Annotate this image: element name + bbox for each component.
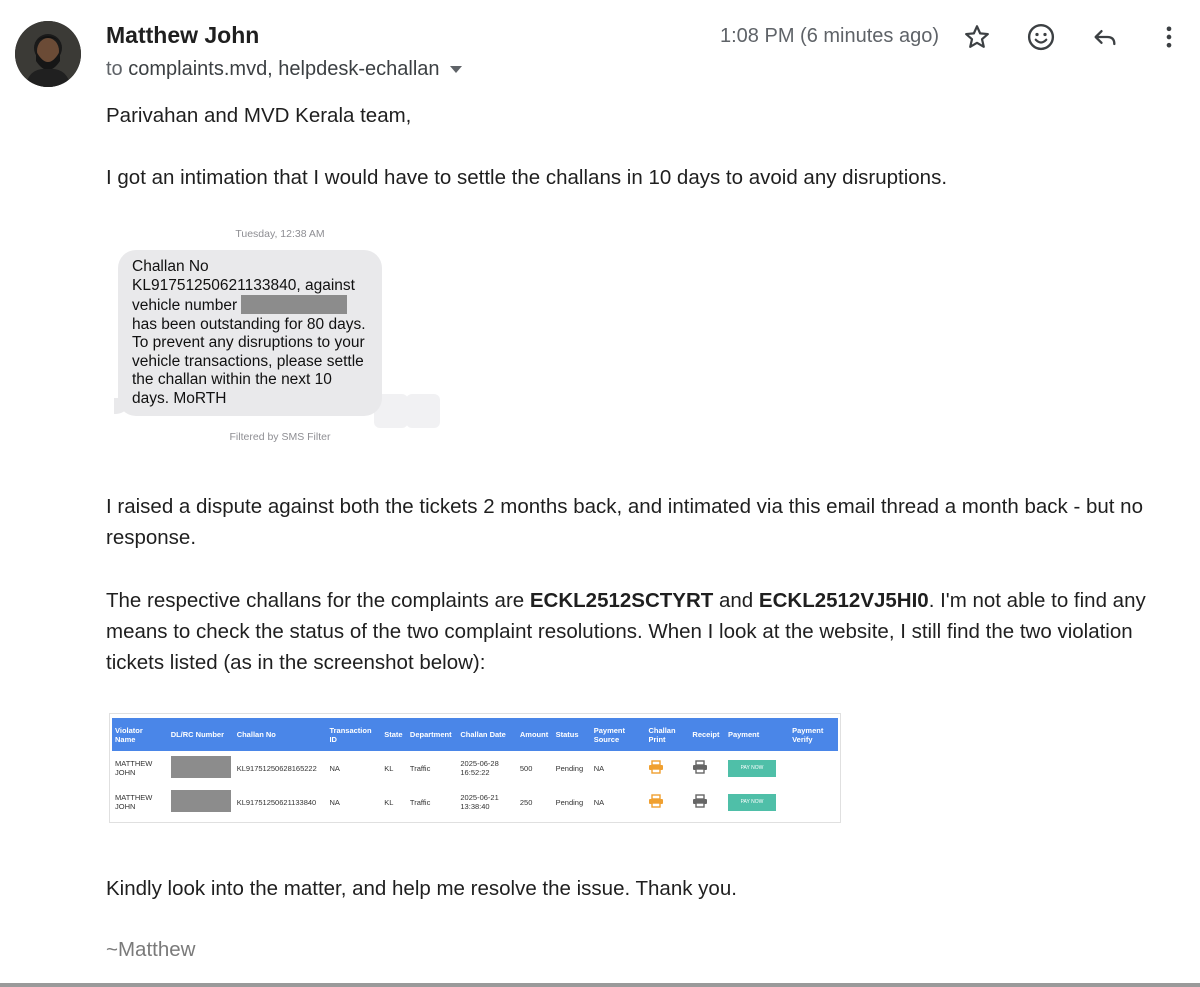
paragraph-3-text: and <box>713 589 759 612</box>
email-paragraph-1: I got an intimation that I would have to… <box>106 166 948 189</box>
sms-text-part-2: has been outstanding for 80 days. To pre… <box>132 315 366 407</box>
sender-name: Matthew John <box>106 22 260 48</box>
email-greeting: Parivahan and MVD Kerala team, <box>106 104 412 127</box>
table-row: MATTHEW JOHN KL91751250628165222 NA KL T… <box>112 751 838 785</box>
recipients-line: to complaints.mvd, helpdesk-echallan <box>106 58 462 81</box>
sms-filter-note: Filtered by SMS Filter <box>229 431 331 443</box>
violator-name: MATTHEW JOHN <box>115 793 153 811</box>
table-header-row: Violator Name DL/RC Number Challan No Tr… <box>112 718 838 751</box>
column-header: DL/RC Number <box>167 718 234 751</box>
challan-table: Violator Name DL/RC Number Challan No Tr… <box>112 718 838 819</box>
redacted-block <box>170 790 231 812</box>
receipt-cell <box>689 785 725 819</box>
sms-time: Tuesday, 12:38 AM <box>235 228 325 240</box>
challan-print-cell <box>645 785 689 819</box>
redacted-vehicle-number <box>241 295 348 314</box>
status: Pending <box>555 797 584 807</box>
violator-name: MATTHEW JOHN <box>115 759 153 777</box>
challan-id-1: ECKL2512SCTYRT <box>529 589 714 612</box>
avatar[interactable] <box>15 21 81 87</box>
transaction-id: NA <box>329 763 340 773</box>
state: KL <box>384 797 394 807</box>
to-label: to <box>106 58 123 80</box>
state: KL <box>384 763 394 773</box>
redacted-block <box>170 756 231 778</box>
star-icon[interactable] <box>962 22 992 52</box>
payment-verify-cell <box>789 751 838 785</box>
column-header: Status <box>552 718 591 751</box>
column-header: Challan No <box>233 718 327 751</box>
challan-table-screenshot: Violator Name DL/RC Number Challan No Tr… <box>110 714 840 822</box>
dl-rc-number-redacted <box>168 751 234 785</box>
challan-no: KL91751250621133840 <box>236 797 317 807</box>
column-header: Violator Name <box>112 718 168 751</box>
amount: 500 <box>519 763 533 773</box>
table-row: MATTHEW JOHN KL91751250621133840 NA KL T… <box>112 785 838 819</box>
paragraph-3-text: The respective challans for the complain… <box>106 589 530 612</box>
department: Traffic <box>409 763 431 773</box>
dl-rc-number-redacted <box>168 785 234 819</box>
payment-verify-cell <box>789 785 838 819</box>
printer-icon[interactable] <box>648 794 664 808</box>
sms-screenshot: Tuesday, 12:38 AM Challan No KL917512506… <box>112 228 442 448</box>
printer-icon[interactable] <box>692 760 708 774</box>
payment-source: NA <box>593 763 605 773</box>
email-paragraph-4: Kindly look into the matter, and help me… <box>106 877 737 900</box>
printer-icon[interactable] <box>648 760 664 774</box>
column-header: State <box>381 718 407 751</box>
chevron-down-icon[interactable] <box>449 66 462 73</box>
sms-bubble: Challan No KL91751250621133840, against … <box>118 250 382 416</box>
email-signature: ~Matthew <box>106 938 196 961</box>
challan-date: 2025-06-28 16:52:22 <box>460 759 499 777</box>
payment-source: NA <box>593 797 605 807</box>
transaction-id: NA <box>329 797 340 807</box>
faint-icon <box>406 394 440 428</box>
pay-now-button[interactable]: PAY NOW <box>727 793 776 811</box>
status: Pending <box>555 763 584 773</box>
email-paragraph-2: I raised a dispute against both the tick… <box>106 495 1143 549</box>
pay-now-button[interactable]: PAY NOW <box>727 759 776 777</box>
column-header: Transaction ID <box>326 718 382 751</box>
challan-date: 2025-06-21 13:38:40 <box>460 793 499 811</box>
amount: 250 <box>519 797 533 807</box>
more-vert-icon[interactable] <box>1154 22 1184 52</box>
column-header: Amount <box>516 718 553 751</box>
challan-no: KL91751250628165222 <box>236 763 317 773</box>
bottom-divider <box>0 983 1200 987</box>
column-header: Receipt <box>689 718 725 751</box>
recipient-list: complaints.mvd, helpdesk-echallan <box>128 58 440 80</box>
column-header: Payment Verify <box>789 718 838 751</box>
emoji-icon[interactable] <box>1026 22 1056 52</box>
payment-cell: PAY NOW <box>725 785 789 819</box>
printer-icon[interactable] <box>692 794 708 808</box>
email-paragraph-3: The respective challans for the complain… <box>106 585 1176 678</box>
column-header: Challan Date <box>457 718 517 751</box>
column-header: Payment <box>724 718 790 751</box>
column-header: Department <box>406 718 458 751</box>
reply-icon[interactable] <box>1090 22 1120 52</box>
receipt-cell <box>689 751 725 785</box>
payment-cell: PAY NOW <box>725 751 789 785</box>
department: Traffic <box>409 797 431 807</box>
email-timestamp: 1:08 PM (6 minutes ago) <box>720 25 939 47</box>
column-header: Challan Print <box>645 718 690 751</box>
challan-id-2: ECKL2512VJ5HI0 <box>758 589 929 612</box>
challan-print-cell <box>645 751 689 785</box>
column-header: Payment Source <box>590 718 646 751</box>
